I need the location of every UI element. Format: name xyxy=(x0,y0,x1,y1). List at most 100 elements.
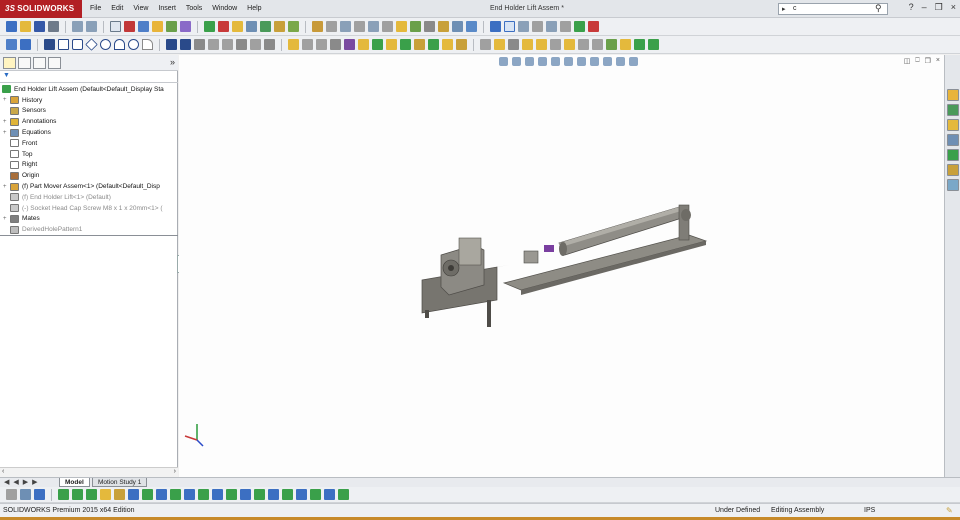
restore-icon[interactable]: ❐ xyxy=(935,2,943,13)
play-icon[interactable] xyxy=(204,21,215,32)
trim-icon[interactable] xyxy=(236,39,247,50)
expand-icon[interactable]: + xyxy=(3,130,9,136)
file-explorer-icon[interactable] xyxy=(946,119,959,131)
extruded-cut-icon[interactable] xyxy=(358,39,369,50)
select-routing-icon[interactable] xyxy=(254,489,265,500)
rectangle-icon[interactable] xyxy=(58,39,69,50)
select-mates-icon[interactable] xyxy=(282,489,293,500)
add-icon[interactable] xyxy=(634,39,645,50)
solidworks-logo[interactable]: 3S SOLIDWORKS xyxy=(0,0,82,18)
select-points-icon[interactable] xyxy=(128,489,139,500)
menu-tools[interactable]: Tools xyxy=(186,5,202,12)
expand-panel-icon[interactable]: » xyxy=(170,57,175,67)
macro-edit-icon[interactable] xyxy=(246,21,257,32)
sketch-icon[interactable] xyxy=(166,21,177,32)
tree-item[interactable]: + (f) Part Mover Assem<1> (Default<Defaul… xyxy=(0,181,178,192)
tree-item[interactable]: Front xyxy=(0,138,178,149)
smart-dimension-icon[interactable] xyxy=(20,39,31,50)
assembly-features-icon[interactable] xyxy=(396,21,407,32)
fillet-icon[interactable] xyxy=(142,39,153,50)
minimize-icon[interactable]: – xyxy=(922,2,927,13)
spline-icon[interactable] xyxy=(166,39,177,50)
add-in-icon[interactable] xyxy=(288,21,299,32)
linear-pattern-icon[interactable] xyxy=(340,21,351,32)
line-icon[interactable] xyxy=(44,39,55,50)
select-loops-icon[interactable] xyxy=(324,489,335,500)
tab-motion-study[interactable]: Motion Study 1 xyxy=(92,478,148,487)
horizontal-scrollbar[interactable]: ‹ › xyxy=(0,467,178,477)
menu-view[interactable]: View xyxy=(133,5,148,12)
view-palette-icon[interactable] xyxy=(946,134,959,146)
custom-properties-icon[interactable] xyxy=(946,164,959,176)
select-dimensions-icon[interactable] xyxy=(156,489,167,500)
edit-appearance-icon[interactable] xyxy=(546,21,557,32)
display-manager-tab[interactable] xyxy=(48,57,61,69)
slot-icon[interactable] xyxy=(72,39,83,50)
view-settings-icon[interactable] xyxy=(574,21,585,32)
print-icon[interactable] xyxy=(48,21,59,32)
select-icon[interactable] xyxy=(110,21,121,32)
rib-icon[interactable] xyxy=(428,39,439,50)
select-surfaces-icon[interactable] xyxy=(86,489,97,500)
select-sketch-icon[interactable] xyxy=(142,489,153,500)
menu-file[interactable]: File xyxy=(90,5,101,12)
select-vertices-icon[interactable] xyxy=(58,489,69,500)
hole-wizard-icon[interactable] xyxy=(372,39,383,50)
mate-icon[interactable] xyxy=(326,21,337,32)
coordinate-system-icon[interactable] xyxy=(550,39,561,50)
select-blocks-icon[interactable] xyxy=(268,489,279,500)
circle-icon[interactable] xyxy=(100,39,111,50)
tree-root-assembly[interactable]: End Holder Lift Assem (Default<Default_D… xyxy=(0,84,178,95)
shell-icon[interactable] xyxy=(442,39,453,50)
offset-icon[interactable] xyxy=(264,39,275,50)
close-icon[interactable]: × xyxy=(951,2,956,13)
insert-component-icon[interactable] xyxy=(312,21,323,32)
select-components-icon[interactable] xyxy=(296,489,307,500)
tree-item[interactable]: + Annotations xyxy=(0,116,178,127)
select-datum-icon[interactable] xyxy=(226,489,237,500)
rebuild-status-icon[interactable]: ✎ xyxy=(946,506,953,515)
render-tools-icon[interactable] xyxy=(588,21,599,32)
swept-boss-icon[interactable] xyxy=(316,39,327,50)
instant3d-icon[interactable] xyxy=(466,21,477,32)
display-style-icon[interactable] xyxy=(504,21,515,32)
new-icon[interactable] xyxy=(6,21,17,32)
chamfer-icon[interactable] xyxy=(414,39,425,50)
reference-plane-icon[interactable] xyxy=(522,39,533,50)
revolved-cut-icon[interactable] xyxy=(386,39,397,50)
tree-item[interactable]: + History xyxy=(0,95,178,106)
sketch-icon[interactable] xyxy=(6,39,17,50)
convert-entities-icon[interactable] xyxy=(250,39,261,50)
mirror-icon[interactable] xyxy=(494,39,505,50)
smart-fasteners-icon[interactable] xyxy=(354,21,365,32)
smart-dimension-icon[interactable] xyxy=(20,489,31,500)
ellipse-icon[interactable] xyxy=(128,39,139,50)
scroll-left-icon[interactable]: ‹ xyxy=(2,468,4,475)
select-notes-icon[interactable] xyxy=(184,489,195,500)
expand-icon[interactable]: + xyxy=(3,216,9,222)
tree-item[interactable]: + Equations xyxy=(0,127,178,138)
lofted-boss-icon[interactable] xyxy=(330,39,341,50)
macro-icon[interactable] xyxy=(232,21,243,32)
tree-item[interactable]: (f) End Holder Lift<1> (Default) xyxy=(0,192,178,203)
filter-icon[interactable] xyxy=(6,489,17,500)
expand-icon[interactable]: + xyxy=(3,184,9,190)
measure-icon[interactable] xyxy=(592,39,603,50)
extruded-boss-icon[interactable] xyxy=(288,39,299,50)
pattern-icon[interactable] xyxy=(480,39,491,50)
plane-sketch-icon[interactable] xyxy=(222,39,233,50)
tree-item[interactable]: Top xyxy=(0,149,178,160)
select-welds-icon[interactable] xyxy=(212,489,223,500)
save-icon[interactable] xyxy=(34,21,45,32)
scroll-right-icon[interactable]: › xyxy=(174,468,176,475)
undo-icon[interactable] xyxy=(72,21,83,32)
curves-icon[interactable] xyxy=(508,39,519,50)
menu-insert[interactable]: Insert xyxy=(158,5,176,12)
hide-show-items-icon[interactable] xyxy=(532,21,543,32)
point-reference-icon[interactable] xyxy=(564,39,575,50)
mate-reference-icon[interactable] xyxy=(578,39,589,50)
reference-geometry-icon[interactable] xyxy=(410,21,421,32)
search-input[interactable]: ▸ c xyxy=(778,3,888,15)
tree-item[interactable]: DerivedHolePattern1 xyxy=(0,224,178,235)
point-icon[interactable] xyxy=(180,39,191,50)
